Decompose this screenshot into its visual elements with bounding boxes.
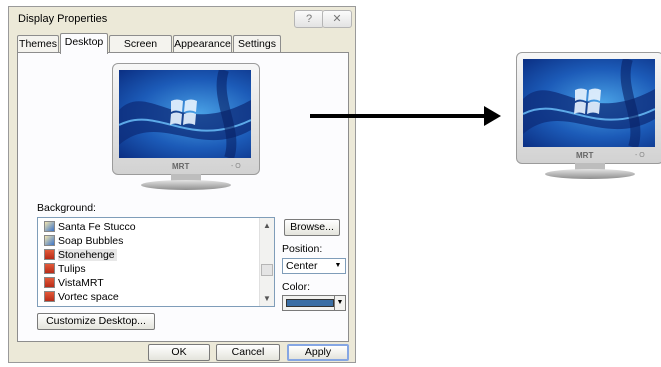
bitmap-icon: [44, 249, 55, 260]
scroll-down-icon[interactable]: ▼: [261, 292, 273, 305]
list-item[interactable]: Santa Fe Stucco: [44, 220, 136, 234]
display-properties-dialog: Display Properties ? ✕ Themes Desktop Sc…: [8, 6, 356, 363]
monitor-stand: [141, 180, 231, 190]
color-picker-button[interactable]: ▼: [282, 295, 346, 311]
list-item[interactable]: Soap Bubbles: [44, 234, 123, 248]
wallpaper-image: [119, 70, 251, 158]
close-button[interactable]: ✕: [322, 10, 352, 28]
arrow-shaft: [310, 114, 486, 118]
tab-settings[interactable]: Settings: [233, 35, 281, 53]
title-bar: Display Properties ? ✕: [9, 7, 355, 31]
list-item-selected[interactable]: Stonehenge: [44, 248, 117, 262]
position-select[interactable]: Center ▼: [282, 258, 346, 274]
background-list[interactable]: Santa Fe Stucco Soap Bubbles Stonehenge …: [37, 217, 275, 307]
scroll-thumb[interactable]: [261, 264, 273, 276]
color-label: Color:: [282, 281, 311, 293]
chevron-down-icon: ▼: [334, 262, 342, 269]
desktop-tab-panel: MRT - O Background: Santa Fe Stucco Soap…: [17, 52, 349, 342]
bitmap-icon: [44, 277, 55, 288]
position-value: Center: [286, 260, 318, 272]
position-label: Position:: [282, 243, 323, 255]
chevron-down-icon: ▼: [334, 296, 345, 310]
tab-screen-saver[interactable]: Screen Saver: [109, 35, 172, 66]
picture-icon: [44, 235, 55, 246]
wallpaper-preview: [523, 59, 655, 147]
customize-desktop-button[interactable]: Customize Desktop...: [37, 313, 155, 330]
ok-button[interactable]: OK: [148, 344, 210, 361]
scroll-up-icon[interactable]: ▲: [261, 219, 273, 232]
bitmap-icon: [44, 263, 55, 274]
apply-button[interactable]: Apply: [287, 344, 349, 361]
monitor-preview: MRT - O: [112, 63, 260, 190]
power-indicator: - O: [231, 163, 241, 170]
background-label: Background:: [37, 202, 96, 214]
browse-button[interactable]: Browse...: [284, 219, 340, 236]
bitmap-icon: [44, 291, 55, 302]
help-button[interactable]: ?: [294, 10, 324, 28]
tab-appearance[interactable]: Appearance: [173, 35, 232, 53]
wallpaper-preview: [119, 70, 251, 158]
monitor-result: MRT - O: [516, 52, 661, 179]
cancel-button[interactable]: Cancel: [216, 344, 280, 361]
list-scrollbar[interactable]: ▲ ▼: [259, 218, 274, 306]
picture-icon: [44, 221, 55, 232]
list-item[interactable]: Vortec space: [44, 290, 119, 304]
arrow-right-icon: [484, 106, 501, 126]
tab-themes[interactable]: Themes: [17, 35, 59, 53]
power-indicator: - O: [635, 152, 645, 159]
color-swatch: [286, 299, 334, 307]
monitor-brand: MRT: [576, 151, 594, 160]
list-item[interactable]: Tulips: [44, 262, 86, 276]
monitor-stand: [545, 169, 635, 179]
wallpaper-image: [523, 59, 655, 147]
list-item[interactable]: VistaMRT: [44, 276, 104, 290]
tab-desktop[interactable]: Desktop: [60, 33, 108, 54]
monitor-brand: MRT: [172, 162, 190, 171]
dialog-title: Display Properties: [18, 13, 108, 25]
